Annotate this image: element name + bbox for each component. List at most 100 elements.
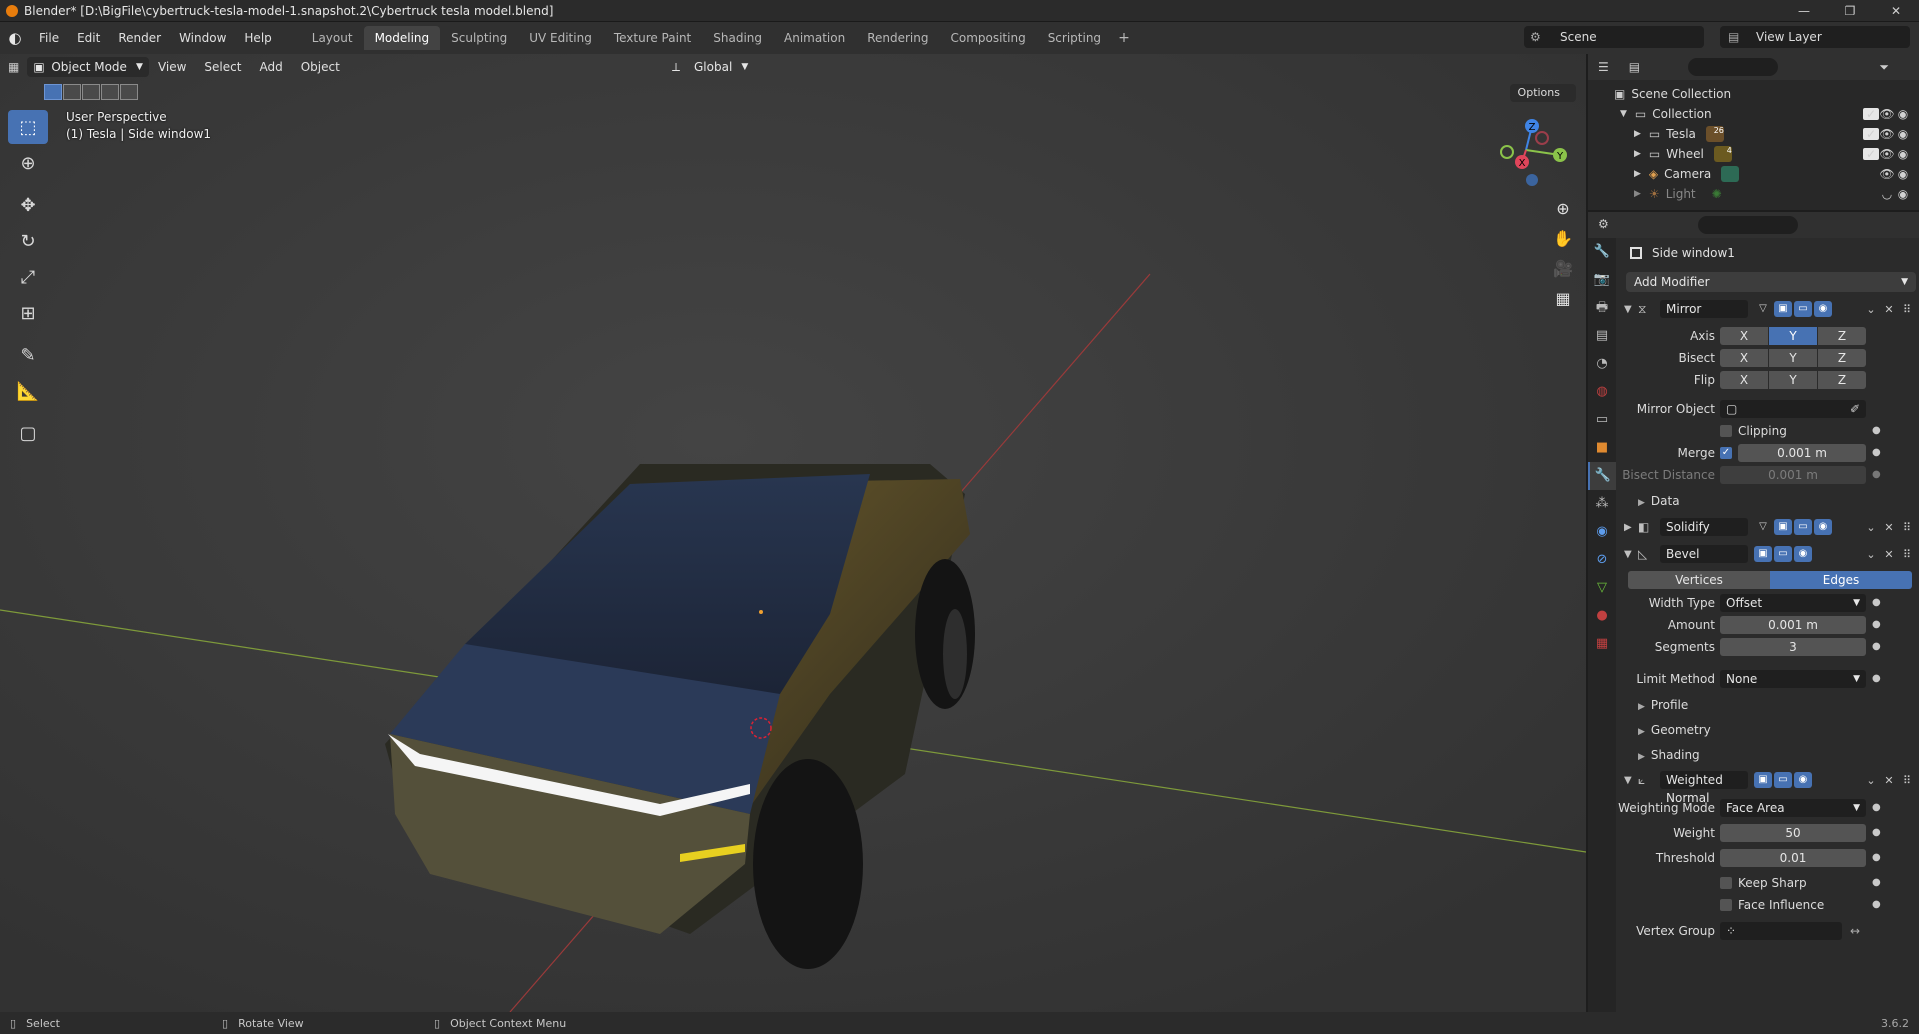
exclude-checkbox[interactable]: ✓ <box>1863 148 1879 160</box>
eye-hidden-icon[interactable]: ◡ <box>1879 187 1895 201</box>
keyframe-dot-icon[interactable]: ● <box>1872 824 1881 842</box>
render-display-icon[interactable]: ◉ <box>1814 519 1832 535</box>
outliner-item-wheel[interactable]: ▶ ▭ Wheel 4 ✓ 👁 ◉ <box>1588 144 1919 164</box>
keyframe-dot-icon[interactable]: ● <box>1872 799 1881 817</box>
viewport-display-icon[interactable]: ▭ <box>1794 519 1812 535</box>
edit-mode-icon[interactable]: ▣ <box>1774 301 1792 317</box>
add-cube-tool[interactable]: ▢ <box>8 416 48 450</box>
geometry-subpanel[interactable]: ▶ Geometry <box>1638 721 1711 741</box>
profile-subpanel[interactable]: ▶ Profile <box>1638 696 1688 716</box>
expand-down-icon[interactable]: ▼ <box>1620 109 1627 119</box>
vertices-option[interactable]: Vertices <box>1628 571 1770 589</box>
render-display-icon[interactable]: ◉ <box>1794 772 1812 788</box>
annotate-tool[interactable]: ✎ <box>8 338 48 372</box>
modifier-menu-icon[interactable]: ⌄ <box>1862 521 1880 534</box>
output-tab-icon[interactable]: 🖶 <box>1588 294 1616 322</box>
keyframe-dot-icon[interactable]: ● <box>1872 849 1881 867</box>
amount-field[interactable]: 0.001 m <box>1720 616 1866 634</box>
outliner-item-light[interactable]: ▶ ☀ Light ✺ ◡ ◉ <box>1588 184 1919 204</box>
select-intersect-button[interactable] <box>101 84 119 100</box>
move-tool[interactable]: ✥ <box>8 188 48 222</box>
keep-sharp-checkbox[interactable] <box>1720 877 1732 889</box>
modifier-menu-icon[interactable]: ⌄ <box>1862 548 1880 561</box>
keyframe-dot-icon[interactable]: ● <box>1872 466 1881 484</box>
eye-icon[interactable]: 👁 <box>1879 147 1895 161</box>
vertex-group-field[interactable]: ⁘ <box>1720 922 1842 940</box>
expand-right-icon[interactable]: ▶ <box>1634 149 1641 159</box>
viewport-menu-object[interactable]: Object <box>292 60 349 74</box>
navigation-gizmo[interactable]: Z Y X <box>1490 110 1570 190</box>
transform-orientation-dropdown[interactable]: ⟂ Global ▼ <box>668 57 752 77</box>
collapse-icon[interactable]: ▼ <box>1624 775 1638 786</box>
transform-tool[interactable]: ⊞ <box>8 296 48 330</box>
viewport-menu-view[interactable]: View <box>149 60 195 74</box>
invert-arrows-icon[interactable]: ↔ <box>1850 922 1860 940</box>
drag-handle-icon[interactable]: ⠿ <box>1898 774 1916 787</box>
exclude-checkbox[interactable]: ✓ <box>1863 128 1879 140</box>
minimize-button[interactable]: — <box>1781 0 1827 22</box>
expand-icon[interactable]: ▶ <box>1624 522 1638 533</box>
merge-checkbox[interactable]: ✓ <box>1720 447 1732 459</box>
mirror-name-field[interactable]: Mirror <box>1660 300 1748 318</box>
outliner-item-tesla[interactable]: ▶ ▭ Tesla 26 ✓ 👁 ◉ <box>1588 124 1919 144</box>
viewport-display-icon[interactable]: ▭ <box>1774 772 1792 788</box>
edit-mode-icon[interactable]: ▣ <box>1754 546 1772 562</box>
weight-field[interactable]: 50 <box>1720 824 1866 842</box>
maximize-button[interactable]: ❐ <box>1827 0 1873 22</box>
weighting-mode-dropdown[interactable]: Face Area ▼ <box>1720 799 1866 817</box>
tab-layout[interactable]: Layout <box>301 26 364 50</box>
keyframe-dot-icon[interactable]: ● <box>1872 616 1881 634</box>
world-tab-icon[interactable]: ◍ <box>1588 378 1616 406</box>
limit-method-dropdown[interactable]: None ▼ <box>1720 670 1866 688</box>
add-workspace-button[interactable]: + <box>1112 30 1136 46</box>
mode-dropdown[interactable]: ▣ Object Mode ▼ <box>27 57 149 77</box>
3d-viewport[interactable]: ▦ ▣ Object Mode ▼ View Select Add Object… <box>0 54 1586 1012</box>
properties-search-input[interactable] <box>1698 216 1798 234</box>
drag-handle-icon[interactable]: ⠿ <box>1898 303 1916 316</box>
eyedropper-icon[interactable]: ✐ <box>1850 400 1860 418</box>
keyframe-dot-icon[interactable]: ● <box>1872 670 1881 688</box>
tool-tab-icon[interactable]: 🔧 <box>1588 238 1616 266</box>
remove-modifier-icon[interactable]: ✕ <box>1880 303 1898 316</box>
remove-modifier-icon[interactable]: ✕ <box>1880 774 1898 787</box>
bisect-z-toggle[interactable]: Z <box>1818 349 1866 367</box>
collection-tab-icon[interactable]: ▭ <box>1588 406 1616 434</box>
remove-modifier-icon[interactable]: ✕ <box>1880 521 1898 534</box>
modifier-tab-icon[interactable]: 🔧 <box>1588 462 1616 490</box>
scene-tab-icon[interactable]: ◔ <box>1588 350 1616 378</box>
outliner-item-camera[interactable]: ▶ ◈ Camera 👁 ◉ <box>1588 164 1919 184</box>
mirror-modifier-header[interactable]: ▼ ⧖ Mirror ▽ ▣ ▭ ◉ ⌄ ✕ ⠿ <box>1624 298 1916 320</box>
outliner-collection[interactable]: ▼ ▭ Collection ✓ 👁 ◉ <box>1588 104 1919 124</box>
merge-distance-field[interactable]: 0.001 m <box>1738 444 1866 462</box>
bevel-modifier-header[interactable]: ▼ ◺ Bevel ▣ ▭ ◉ ⌄ ✕ ⠿ <box>1624 543 1916 565</box>
render-tab-icon[interactable]: 📷 <box>1588 266 1616 294</box>
tab-modeling[interactable]: Modeling <box>363 26 441 50</box>
scale-tool[interactable]: ⤢ <box>8 260 48 294</box>
particles-tab-icon[interactable]: ⁂ <box>1588 490 1616 518</box>
edit-mode-icon[interactable]: ▣ <box>1774 519 1792 535</box>
flip-y-toggle[interactable]: Y <box>1769 371 1817 389</box>
select-box-tool[interactable]: ⬚ <box>8 110 48 144</box>
render-display-icon[interactable]: ◉ <box>1794 546 1812 562</box>
tab-animation[interactable]: Animation <box>773 26 856 50</box>
bisect-distance-field[interactable]: 0.001 m <box>1720 466 1866 484</box>
drag-handle-icon[interactable]: ⠿ <box>1898 548 1916 561</box>
flip-z-toggle[interactable]: Z <box>1818 371 1866 389</box>
data-subpanel[interactable]: ▶ Data <box>1638 492 1680 512</box>
collapse-icon[interactable]: ▼ <box>1624 304 1638 315</box>
select-new-button[interactable] <box>44 84 62 100</box>
edges-option[interactable]: Edges <box>1770 571 1912 589</box>
keyframe-dot-icon[interactable]: ● <box>1872 594 1881 612</box>
edit-mode-icon[interactable]: ▣ <box>1754 772 1772 788</box>
drag-handle-icon[interactable]: ⠿ <box>1898 521 1916 534</box>
editor-type-icon[interactable]: ▦ <box>8 60 19 74</box>
select-invert-button[interactable] <box>120 84 138 100</box>
viewport-menu-select[interactable]: Select <box>195 60 250 74</box>
camera-view-icon[interactable]: 🎥 <box>1548 254 1578 284</box>
tab-scripting[interactable]: Scripting <box>1037 26 1112 50</box>
axis-z-toggle[interactable]: Z <box>1818 327 1866 345</box>
constraints-tab-icon[interactable]: ⊘ <box>1588 546 1616 574</box>
keyframe-dot-icon[interactable]: ● <box>1872 638 1881 656</box>
camera-render-icon[interactable]: ◉ <box>1895 167 1911 181</box>
add-modifier-dropdown[interactable]: Add Modifier ▼ <box>1626 272 1916 292</box>
